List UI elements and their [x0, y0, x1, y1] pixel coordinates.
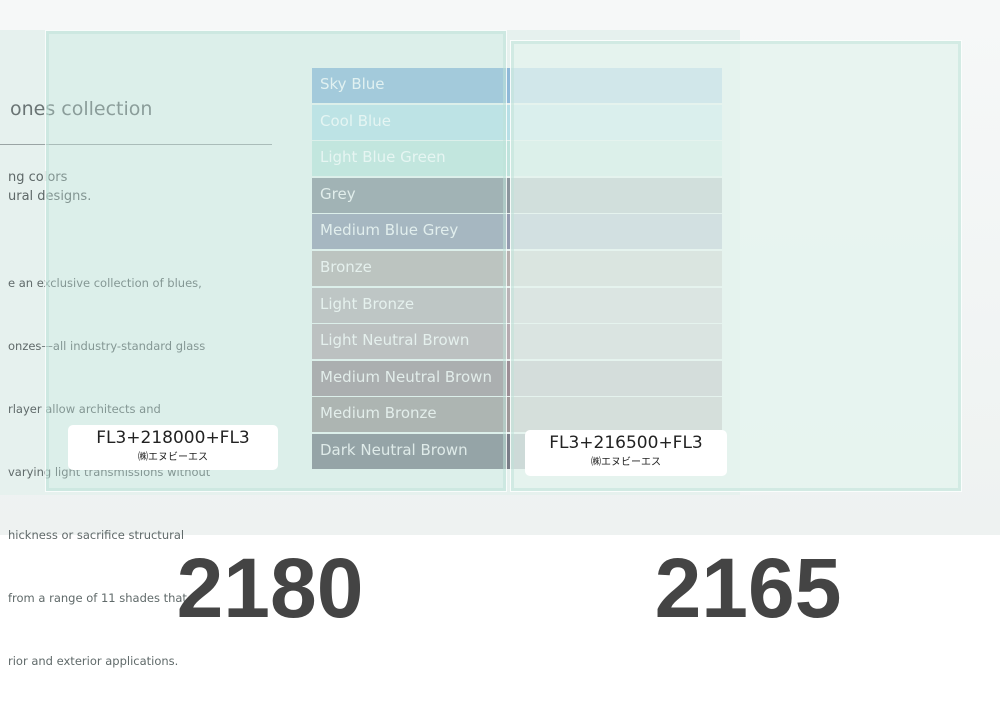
sample-code: FL3+216500+FL3	[549, 433, 703, 453]
sample-number-right: 2165	[654, 541, 842, 635]
sample-maker: ㈱エヌビーエス	[138, 452, 208, 463]
sample-label-left: FL3+218000+FL3 ㈱エヌビーエス	[68, 425, 278, 470]
body-line: rior and exterior applications.	[8, 654, 179, 668]
glass-sample-left	[45, 30, 507, 492]
sample-label-right: FL3+216500+FL3 ㈱エヌビーエス	[525, 430, 727, 476]
sample-maker: ㈱エヌビーエス	[591, 457, 661, 468]
sample-code: FL3+218000+FL3	[96, 428, 250, 448]
sample-number-left: 2180	[176, 541, 364, 635]
photo-scene: ones collection ng colors ural designs. e…	[0, 0, 1000, 668]
glass-sample-right	[510, 40, 962, 492]
